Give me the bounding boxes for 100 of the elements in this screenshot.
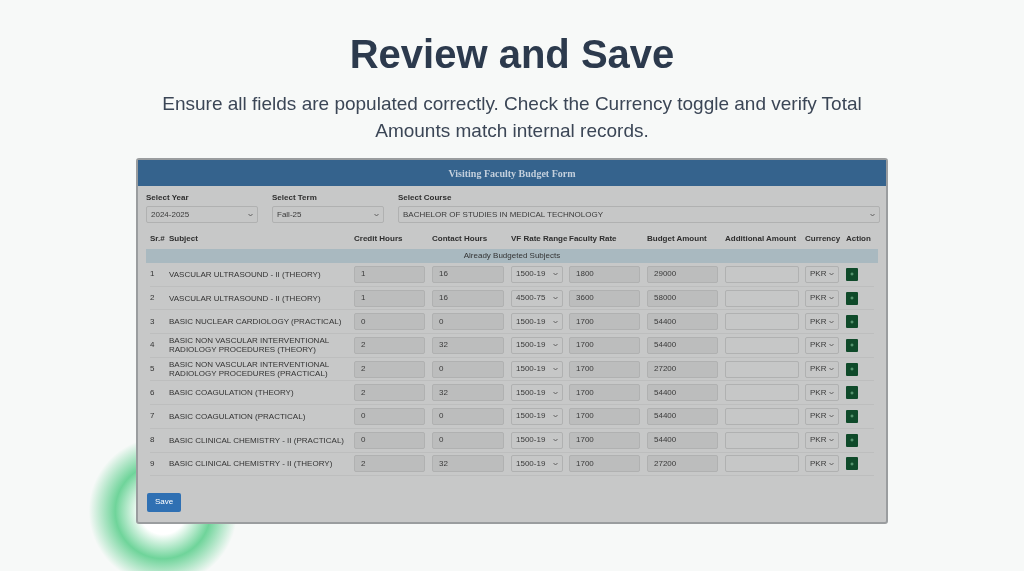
select-field[interactable]: 4500-75 xyxy=(511,289,563,307)
column-header: Credit Hours xyxy=(354,233,404,245)
column-header: VF Rate Range xyxy=(511,233,569,245)
select-field[interactable]: 2024-2025 xyxy=(146,206,258,223)
input-field[interactable]: 3600 xyxy=(569,289,640,307)
add-button[interactable] xyxy=(846,338,858,352)
input-field[interactable]: 2 xyxy=(354,455,425,473)
input-field[interactable]: 32 xyxy=(432,336,504,354)
caret-icon xyxy=(553,414,558,419)
input-field[interactable]: 54400 xyxy=(647,407,718,425)
select-field[interactable]: 1500-19 xyxy=(511,336,563,354)
subject-cell-text: VASCULAR ULTRASOUND - II (THEORY) xyxy=(169,293,322,303)
input-field[interactable]: 2 xyxy=(354,360,425,378)
input-field[interactable]: 54400 xyxy=(647,384,718,402)
caret-icon xyxy=(248,212,253,217)
input-field[interactable]: 1 xyxy=(354,289,425,307)
subject-cell-text: BASIC NON VASCULAR INTERVENTIONAL RADIOLOGY PROCEDURES (PRACTICAL) xyxy=(169,360,330,379)
row-number: 7 xyxy=(150,410,156,423)
caret-icon xyxy=(829,296,834,301)
input-field[interactable]: 0 xyxy=(432,431,504,449)
add-button[interactable] xyxy=(846,386,858,400)
input-field[interactable]: 27200 xyxy=(647,360,718,378)
select-field[interactable]: 1500-19 xyxy=(511,431,563,449)
column-header: Currency xyxy=(805,233,842,245)
input-field[interactable]: 0 xyxy=(354,407,425,425)
column-header: Additional Amount xyxy=(725,233,798,245)
select-field[interactable]: Fall-25 xyxy=(272,206,384,223)
input-field[interactable]: 54400 xyxy=(647,313,718,331)
caret-icon xyxy=(553,390,558,395)
select-field[interactable]: 1500-19 xyxy=(511,455,563,473)
input-field[interactable]: 0 xyxy=(432,407,504,425)
select-field[interactable]: PKR xyxy=(805,431,839,449)
input-field[interactable]: 1700 xyxy=(569,336,640,354)
caret-icon xyxy=(829,438,834,443)
subject-cell-text: BASIC COAGULATION (PRACTICAL) xyxy=(169,411,307,421)
column-header: Budget Amount xyxy=(647,233,708,245)
select-field[interactable]: 1500-19 xyxy=(511,265,563,283)
input-field[interactable]: 29000 xyxy=(647,265,718,283)
add-button[interactable] xyxy=(846,267,858,281)
add-button[interactable] xyxy=(846,433,858,447)
column-header: Subject xyxy=(169,233,199,245)
caret-icon xyxy=(374,212,379,217)
caret-icon xyxy=(553,461,558,466)
filter-label: Select Course xyxy=(398,192,453,204)
select-field[interactable]: 1500-19 xyxy=(511,313,563,331)
input-field[interactable]: 0 xyxy=(354,431,425,449)
input-field[interactable]: 1 xyxy=(354,265,425,283)
input-field[interactable]: 0 xyxy=(432,360,504,378)
select-field[interactable]: 1500-19 xyxy=(511,407,563,425)
add-button[interactable] xyxy=(846,315,858,329)
select-field[interactable]: 1500-19 xyxy=(511,360,563,378)
input-field[interactable]: 1700 xyxy=(569,407,640,425)
row-number: 9 xyxy=(150,457,156,470)
select-field[interactable]: PKR xyxy=(805,455,839,473)
input-field[interactable]: 58000 xyxy=(647,289,718,307)
input-field[interactable]: 0 xyxy=(432,313,504,331)
add-button[interactable] xyxy=(846,362,858,376)
select-field[interactable]: PKR xyxy=(805,407,839,425)
select-field[interactable]: PKR xyxy=(805,360,839,378)
add-button[interactable] xyxy=(846,457,858,471)
input-field[interactable]: 54400 xyxy=(647,431,718,449)
caret-icon xyxy=(829,414,834,419)
input-field[interactable]: 16 xyxy=(432,265,504,283)
select-field[interactable]: PKR xyxy=(805,289,839,307)
input-field[interactable]: 16 xyxy=(432,289,504,307)
caret-icon xyxy=(829,319,834,324)
select-field[interactable]: PKR xyxy=(805,313,839,331)
input-field[interactable]: 0 xyxy=(354,313,425,331)
input-field[interactable]: 1700 xyxy=(569,384,640,402)
column-header: Action xyxy=(846,233,872,245)
select-field[interactable]: 1500-19 xyxy=(511,384,563,402)
add-button[interactable] xyxy=(846,291,858,305)
input-field[interactable]: 2 xyxy=(354,336,425,354)
caret-icon xyxy=(553,272,558,277)
input-field[interactable]: 54400 xyxy=(647,336,718,354)
input-field[interactable]: 1700 xyxy=(569,360,640,378)
caret-icon xyxy=(553,296,558,301)
filter-label: Select Year xyxy=(146,192,190,204)
select-field[interactable]: PKR xyxy=(805,336,839,354)
select-field[interactable]: BACHELOR OF STUDIES IN MEDICAL TECHNOLOGY xyxy=(398,206,880,223)
slide-subtitle: Ensure all fields are populated correctly. Check the Currency toggle and verify Total Amounts match internal records. xyxy=(161,92,863,143)
add-button[interactable] xyxy=(846,409,858,423)
input-field[interactable]: 27200 xyxy=(647,455,718,473)
input-field[interactable]: 1700 xyxy=(569,431,640,449)
save-button[interactable]: Save xyxy=(147,492,181,512)
row-number: 3 xyxy=(150,315,156,328)
input-field[interactable]: 32 xyxy=(432,384,504,402)
group-label: Already Budgeted Subjects xyxy=(463,250,561,262)
select-field[interactable]: PKR xyxy=(805,265,839,283)
input-field[interactable]: 1800 xyxy=(569,265,640,283)
input-field[interactable]: 2 xyxy=(354,384,425,402)
select-field[interactable]: PKR xyxy=(805,384,839,402)
row-number: 4 xyxy=(150,339,156,352)
input-field[interactable]: 1700 xyxy=(569,455,640,473)
caret-icon xyxy=(829,272,834,277)
row-number: 5 xyxy=(150,363,156,376)
input-field[interactable]: 32 xyxy=(432,455,504,473)
subject-cell-text: VASCULAR ULTRASOUND - II (THEORY) xyxy=(169,269,322,279)
subject-cell-text: BASIC NUCLEAR CARDIOLOGY (PRACTICAL) xyxy=(169,317,343,327)
input-field[interactable]: 1700 xyxy=(569,313,640,331)
